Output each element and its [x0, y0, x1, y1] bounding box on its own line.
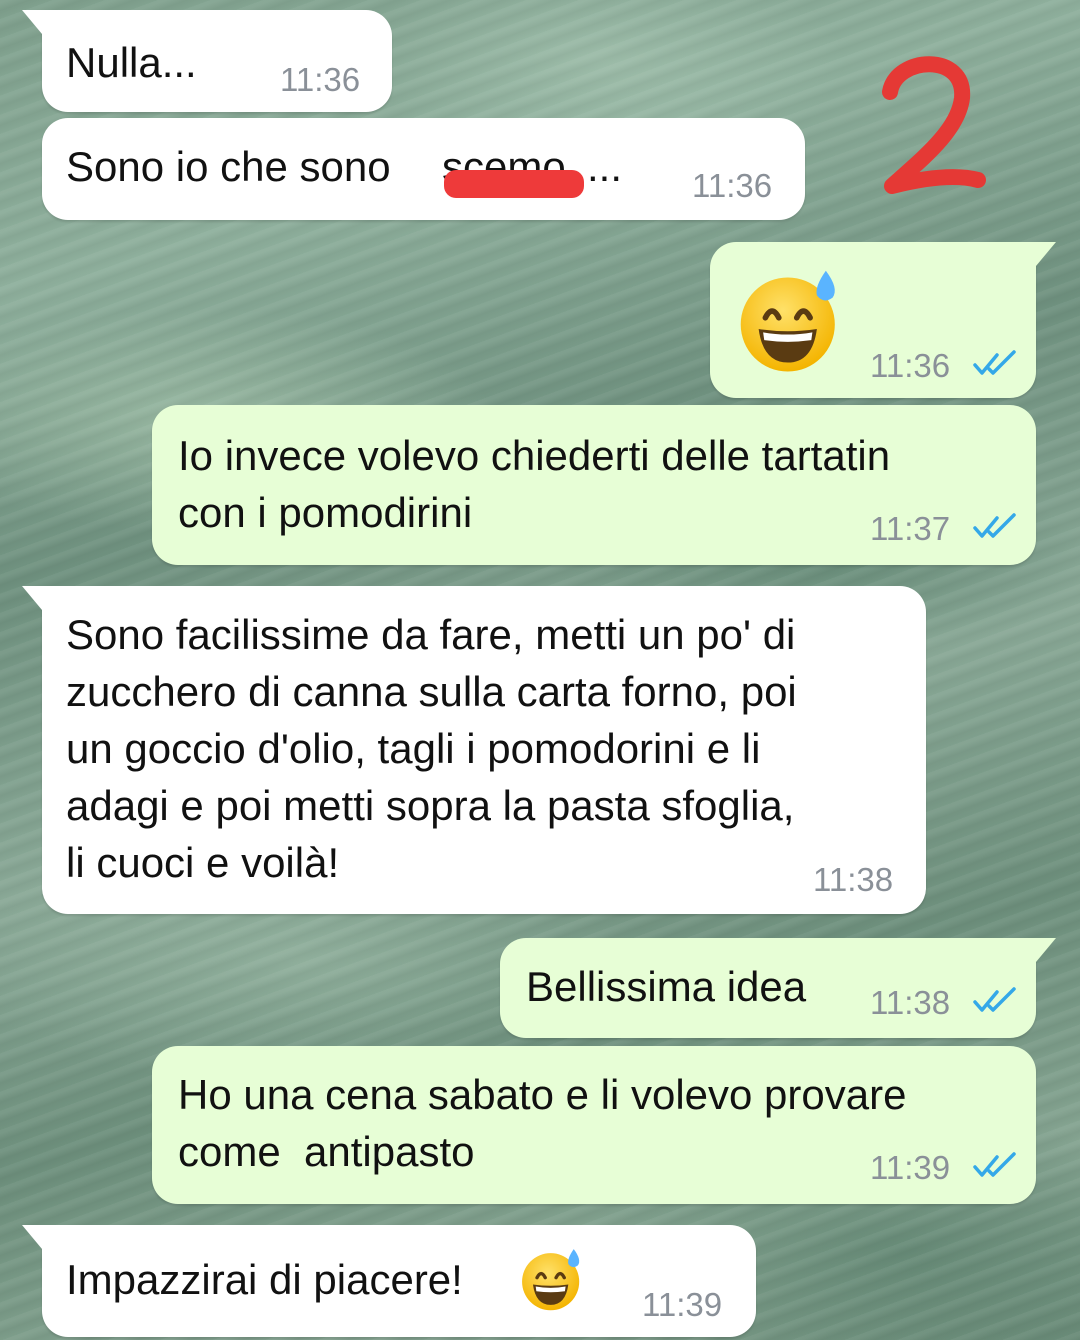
message-time: 11:36 [692, 167, 773, 204]
message-time: 11:38 [870, 984, 951, 1021]
message-line: li cuoci e voilà! [66, 839, 340, 886]
message-line: adagi e poi metti sopra la pasta sfoglia… [66, 782, 795, 829]
message-time: 11:38 [813, 861, 894, 898]
grinning-face-with-sweat-icon [740, 270, 835, 372]
grinning-face-with-sweat-icon [522, 1249, 580, 1311]
message-bubble-incoming[interactable]: Sono io che sono scemo ... 11:36 [42, 118, 805, 220]
message-time: 11:39 [642, 1286, 723, 1323]
message-time: 11:36 [870, 347, 951, 384]
read-ticks-icon [973, 513, 1016, 538]
message-bubble-incoming[interactable]: Nulla... 11:36 [22, 10, 392, 112]
message-bubble-outgoing[interactable]: 11:36 [710, 242, 1056, 398]
message-line: Io invece volevo chiederti delle tartati… [178, 432, 891, 479]
message-text: Impazzirai di piacere! [66, 1256, 463, 1303]
message-time: 11:37 [870, 510, 951, 547]
message-bubble-outgoing[interactable]: Ho una cena sabato e li volevo provare c… [152, 1046, 1036, 1204]
read-ticks-icon [973, 987, 1016, 1012]
message-line: come antipasto [178, 1128, 475, 1175]
redaction-mark [444, 170, 584, 198]
message-text-ellipsis: ... [587, 143, 623, 190]
message-bubble-incoming[interactable]: Sono facilissime da fare, metti un po' d… [22, 586, 926, 914]
message-time: 11:36 [280, 61, 361, 98]
message-text: Bellissima idea [526, 963, 807, 1010]
message-text: Sono io che sono [66, 143, 403, 190]
message-line: un goccio d'olio, tagli i pomodorini e l… [66, 725, 761, 772]
message-line: Sono facilissime da fare, metti un po' d… [66, 611, 796, 658]
message-bubble-incoming[interactable]: Impazzirai di piacere! 11:39 [22, 1225, 756, 1337]
message-line: Ho una cena sabato e li volevo provare [178, 1071, 907, 1118]
annotation-number-2 [882, 56, 986, 194]
message-bubble-outgoing[interactable]: Io invece volevo chiederti delle tartati… [152, 405, 1036, 565]
message-time: 11:39 [870, 1149, 951, 1186]
read-ticks-icon [973, 1152, 1016, 1177]
message-bubble-outgoing[interactable]: Bellissima idea 11:38 [500, 938, 1056, 1038]
message-line: zucchero di canna sulla carta forno, poi [66, 668, 797, 715]
message-line: con i pomodirini [178, 489, 473, 536]
read-ticks-icon [973, 350, 1016, 375]
message-text: Nulla... [66, 39, 197, 86]
